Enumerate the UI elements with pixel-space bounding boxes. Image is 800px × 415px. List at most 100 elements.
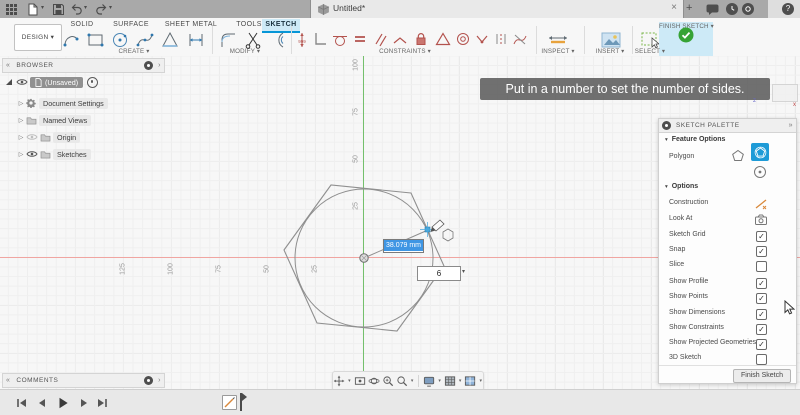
save-icon[interactable]: [52, 3, 65, 16]
palette-option-show-constraints[interactable]: Show Constraints: [659, 324, 796, 337]
sides-spinner-icon[interactable]: ▾: [462, 268, 465, 275]
timeline-skip-end-icon[interactable]: [96, 397, 108, 409]
palette-option-show-points[interactable]: Show Points: [659, 293, 796, 306]
symmetry-constraint-icon[interactable]: [492, 30, 510, 50]
offset-tool-icon[interactable]: [268, 30, 288, 50]
caret-down-icon[interactable]: ▾: [479, 378, 482, 384]
timeline-skip-start-icon[interactable]: [16, 397, 28, 409]
show-constraints-checkbox[interactable]: [756, 324, 767, 335]
panel-chevron-icon[interactable]: ›: [158, 62, 161, 69]
slice-checkbox[interactable]: [756, 261, 767, 272]
pan-icon[interactable]: [333, 375, 345, 388]
parallel-constraint-icon[interactable]: [371, 30, 389, 50]
fillet-tool-icon[interactable]: [218, 30, 238, 50]
line-tool-icon[interactable]: [62, 30, 82, 50]
job-status-icon[interactable]: [726, 3, 738, 15]
visibility-eye-icon[interactable]: [26, 150, 40, 158]
caret-down-icon[interactable]: ▾: [348, 378, 351, 384]
grid-snap-icon[interactable]: [444, 375, 456, 388]
show-profile-checkbox[interactable]: [756, 278, 767, 289]
display-settings-icon[interactable]: [423, 375, 435, 388]
browser-item-origin[interactable]: ▷ Origin: [16, 130, 80, 144]
viewports-icon[interactable]: [464, 375, 476, 388]
collinear-constraint-icon[interactable]: [391, 30, 409, 50]
fix-constraint-icon[interactable]: [412, 30, 430, 50]
sides-input[interactable]: 6: [417, 266, 461, 281]
spline-tool-icon[interactable]: [135, 30, 155, 50]
palette-option-sketch-grid[interactable]: Sketch Grid: [659, 231, 796, 244]
show-points-checkbox[interactable]: [756, 293, 767, 304]
zoom-icon[interactable]: [396, 375, 408, 388]
palette-option-show-projected-geometries[interactable]: Show Projected Geometries: [659, 339, 796, 352]
triangle-constraint-icon[interactable]: [434, 30, 452, 50]
inspect-group-label[interactable]: INSPECT ▾: [533, 48, 583, 55]
panel-gear-icon[interactable]: [144, 376, 153, 385]
3d-sketch-checkbox[interactable]: [756, 354, 767, 365]
sketch-dimension-icon[interactable]: 999: [295, 30, 309, 50]
dimension-input[interactable]: 38.079 mm: [383, 239, 424, 253]
inscribed-polygon-icon[interactable]: [751, 143, 769, 161]
close-tab-icon[interactable]: ×: [671, 2, 677, 13]
caret-down-icon[interactable]: ▾: [438, 378, 441, 384]
browser-root-row[interactable]: (Unsaved): [2, 75, 98, 89]
undo-caret-icon[interactable]: ▾: [84, 4, 87, 11]
polygon-tool-icon[interactable]: [160, 30, 180, 50]
undo-icon[interactable]: [70, 3, 83, 16]
root-document-chip[interactable]: (Unsaved): [30, 77, 83, 88]
palette-header[interactable]: SKETCH PALETTE »: [659, 119, 796, 133]
insert-image-icon[interactable]: [600, 30, 622, 50]
help-icon[interactable]: ?: [782, 3, 794, 15]
new-tab-icon[interactable]: +: [686, 2, 692, 14]
palette-option-look-at[interactable]: Look At: [659, 215, 796, 228]
origin-point[interactable]: [360, 254, 368, 262]
select-group-label[interactable]: SELECT ▾: [627, 48, 673, 55]
show-projected-geometries-checkbox[interactable]: [756, 339, 767, 350]
concentric-constraint-icon[interactable]: [454, 30, 472, 50]
construction-icon[interactable]: [754, 197, 768, 211]
redo-icon[interactable]: [95, 3, 108, 16]
timeline-step-forward-icon[interactable]: [78, 397, 90, 409]
document-tab[interactable]: Untitled* ×: [310, 0, 684, 18]
collapse-panel-icon[interactable]: «: [6, 377, 10, 384]
tangent-constraint-icon[interactable]: [331, 30, 349, 50]
timeline-step-back-icon[interactable]: [36, 397, 48, 409]
timeline-position-marker[interactable]: [240, 393, 242, 411]
curvature-constraint-icon[interactable]: [511, 30, 529, 50]
options-section[interactable]: ▾ Options: [665, 183, 698, 190]
finish-sketch-palette-button[interactable]: Finish Sketch: [733, 369, 791, 383]
collapse-palette-icon[interactable]: »: [789, 122, 793, 129]
expander-icon[interactable]: ▷: [16, 151, 26, 158]
edge-polygon-icon[interactable]: [753, 165, 767, 179]
look-at-icon[interactable]: [754, 213, 768, 227]
palette-option-show-dimensions[interactable]: Show Dimensions: [659, 309, 796, 322]
browser-header[interactable]: « BROWSER ›: [2, 58, 165, 73]
orbit-icon[interactable]: [368, 375, 380, 388]
timeline-sketch-feature[interactable]: [222, 395, 237, 410]
measure-tool-icon[interactable]: [546, 30, 570, 50]
redo-caret-icon[interactable]: ▾: [109, 4, 112, 11]
expander-icon[interactable]: ▷: [16, 134, 26, 141]
sketch-grid-checkbox[interactable]: [756, 231, 767, 242]
browser-item-sketches[interactable]: ▷ Sketches: [16, 147, 91, 161]
show-dimensions-checkbox[interactable]: [756, 309, 767, 320]
rectangle-tool-icon[interactable]: [86, 30, 106, 50]
comments-header[interactable]: « COMMENTS ›: [2, 373, 165, 388]
create-group-label[interactable]: CREATE ▾: [110, 48, 158, 55]
palette-option-slice[interactable]: Slice: [659, 261, 796, 274]
palette-option-snap[interactable]: Snap: [659, 246, 796, 259]
file-caret-icon[interactable]: ▾: [41, 4, 44, 11]
palette-option-construction[interactable]: Construction: [659, 199, 796, 212]
caret-down-icon[interactable]: ▾: [411, 378, 414, 384]
viewcube[interactable]: [772, 84, 798, 102]
expander-icon[interactable]: ▷: [16, 100, 26, 107]
constraints-group-label[interactable]: CONSTRAINTS ▾: [375, 48, 435, 55]
trim-tool-icon[interactable]: [243, 30, 263, 50]
browser-item-named-views[interactable]: ▷ Named Views: [16, 113, 91, 127]
active-document-radio-icon[interactable]: [87, 77, 98, 88]
comments-bubble-icon[interactable]: [706, 4, 719, 17]
midpoint-constraint-icon[interactable]: [473, 30, 491, 50]
visibility-eye-off-icon[interactable]: [26, 133, 40, 141]
expanded-node-icon[interactable]: [6, 79, 12, 85]
expander-icon[interactable]: ▷: [16, 117, 26, 124]
equal-constraint-icon[interactable]: [351, 30, 369, 50]
